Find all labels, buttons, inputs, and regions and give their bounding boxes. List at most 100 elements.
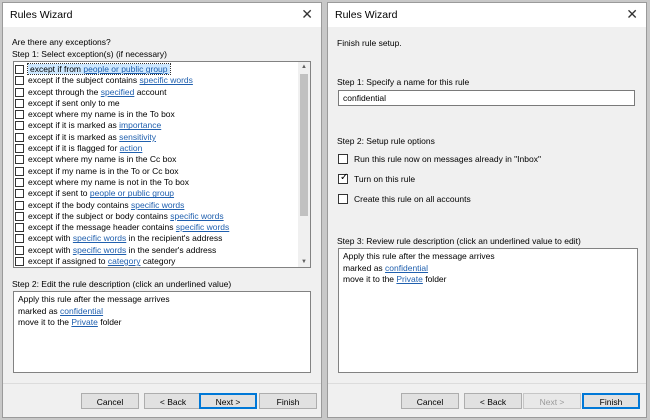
desc-line-3: move it to the Private folder: [343, 274, 633, 286]
exception-text: except if sent to people or public group: [28, 188, 174, 198]
exception-link[interactable]: category: [108, 256, 141, 266]
exception-checkbox[interactable]: [15, 200, 24, 210]
exception-checkbox[interactable]: [15, 76, 24, 86]
step1-label: Step 1: Select exception(s) (if necessar…: [12, 49, 167, 59]
exception-item[interactable]: except where my name is not in the To bo…: [14, 177, 298, 188]
checkbox-box[interactable]: [338, 154, 348, 164]
exception-item[interactable]: except if from people or public group: [14, 63, 298, 75]
next-button[interactable]: Next >: [199, 393, 257, 409]
private-folder-link[interactable]: Private: [71, 317, 97, 327]
scroll-thumb[interactable]: [300, 74, 308, 216]
exception-item[interactable]: except if it is flagged for action: [14, 143, 298, 154]
desc-text: marked as: [343, 262, 386, 273]
exception-item[interactable]: except if the subject or body contains s…: [14, 211, 298, 222]
exception-item[interactable]: except if the message header contains sp…: [14, 222, 298, 233]
run-now-label: Run this rule now on messages already in…: [354, 154, 541, 164]
exception-text: except through the specified account: [28, 87, 166, 97]
desc-text: move it to the: [18, 317, 72, 327]
close-icon[interactable]: ✕: [301, 6, 313, 22]
exception-label: in the recipient's address: [126, 233, 223, 244]
exception-checkbox[interactable]: [15, 144, 24, 154]
exception-checkbox[interactable]: [15, 223, 24, 233]
exception-text: except where my name is in the Cc box: [28, 154, 176, 164]
finish-button[interactable]: Finish: [582, 393, 640, 409]
exception-label: except if the body contains: [28, 199, 132, 210]
button-bar: Cancel < Back Next > Finish: [3, 383, 321, 417]
exception-checkbox[interactable]: [15, 87, 24, 97]
exception-text: except if from people or public group: [27, 63, 171, 75]
exception-checkbox[interactable]: [15, 257, 24, 267]
exception-item[interactable]: except if my name is in the To or Cc box: [14, 166, 298, 177]
exception-checkbox[interactable]: [15, 166, 24, 176]
exception-checkbox[interactable]: [15, 211, 24, 221]
exception-item[interactable]: except if sent to people or public group: [14, 188, 298, 199]
exception-item[interactable]: except with specific words in the recipi…: [14, 233, 298, 244]
exception-item[interactable]: except if it is marked as sensitivity: [14, 132, 298, 143]
exception-checkbox[interactable]: [15, 98, 24, 108]
exception-link[interactable]: importance: [119, 120, 161, 130]
exception-label: except if the message header contains: [28, 222, 176, 233]
step2-label: Step 2: Edit the rule description (click…: [12, 279, 232, 289]
cancel-button[interactable]: Cancel: [401, 393, 459, 409]
exception-label: except with: [28, 244, 73, 255]
checkbox-box[interactable]: ✓: [338, 172, 348, 184]
back-button[interactable]: < Back: [464, 393, 522, 409]
rule-name-input[interactable]: confidential: [338, 90, 635, 106]
close-icon[interactable]: ✕: [626, 6, 638, 22]
desc-text: folder: [97, 317, 122, 327]
cancel-button[interactable]: Cancel: [81, 393, 139, 409]
exception-link[interactable]: specific words: [73, 233, 126, 243]
exception-item[interactable]: except if sent only to me: [14, 98, 298, 109]
exception-checkbox[interactable]: [15, 132, 24, 142]
scroll-down-icon[interactable]: ▼: [300, 259, 308, 265]
exception-text: except if it is marked as sensitivity: [28, 132, 156, 142]
exception-checkbox[interactable]: [15, 110, 24, 120]
exception-text: except if sent only to me: [28, 98, 120, 108]
exception-link[interactable]: specific words: [140, 75, 193, 85]
exceptions-list[interactable]: except if from people or public group exc…: [13, 61, 311, 268]
exception-checkbox[interactable]: [15, 189, 24, 199]
exception-checkbox[interactable]: [15, 234, 24, 244]
exception-link[interactable]: action: [120, 143, 143, 153]
exception-label: except if the subject contains: [28, 75, 140, 86]
exception-link[interactable]: specific words: [170, 211, 223, 221]
exception-checkbox[interactable]: [15, 155, 24, 165]
exception-text: except if it is marked as importance: [28, 120, 161, 130]
exception-item[interactable]: except where my name is in the To box: [14, 109, 298, 120]
run-now-checkbox[interactable]: Run this rule now on messages already in…: [338, 154, 638, 166]
exception-link[interactable]: specific words: [131, 200, 184, 210]
exception-item[interactable]: except through the specified account: [14, 87, 298, 98]
confidential-link[interactable]: confidential: [60, 306, 103, 316]
exception-link[interactable]: specific words: [73, 245, 126, 255]
finish-button[interactable]: Finish: [259, 393, 317, 409]
exception-item[interactable]: except if it is marked as importance: [14, 120, 298, 131]
back-button[interactable]: < Back: [144, 393, 202, 409]
exception-link[interactable]: sensitivity: [119, 132, 156, 142]
exception-checkbox[interactable]: [15, 65, 24, 74]
exception-link[interactable]: specific words: [176, 222, 229, 232]
step3-label: Step 3: Review rule description (click a…: [337, 236, 581, 246]
private-folder-link[interactable]: Private: [396, 274, 422, 284]
desc-line-2: marked as confidential: [343, 263, 633, 275]
checkbox-box[interactable]: [338, 194, 348, 204]
exception-item[interactable]: except if the body contains specific wor…: [14, 200, 298, 211]
exception-text: except with specific words in the recipi…: [28, 233, 222, 243]
exception-item[interactable]: except with specific words in the sender…: [14, 245, 298, 256]
exception-checkbox[interactable]: [15, 121, 24, 131]
exception-link[interactable]: people or public group: [83, 64, 167, 74]
exception-link[interactable]: specified: [101, 87, 135, 97]
exception-checkbox[interactable]: [15, 177, 24, 187]
exceptions-question: Are there any exceptions?: [12, 37, 111, 47]
all-accounts-checkbox[interactable]: Create this rule on all accounts: [338, 194, 638, 206]
exception-item[interactable]: except if assigned to category category: [14, 256, 298, 267]
exceptions-scrollbar[interactable]: ▲ ▼: [298, 62, 310, 267]
next-button[interactable]: Next >: [523, 393, 581, 409]
exception-item[interactable]: except where my name is in the Cc box: [14, 154, 298, 165]
confidential-link[interactable]: confidential: [385, 263, 428, 273]
exception-item[interactable]: except if the subject contains specific …: [14, 75, 298, 86]
exception-link[interactable]: people or public group: [90, 188, 174, 198]
exception-text: except where my name is not in the To bo…: [28, 177, 189, 187]
scroll-up-icon[interactable]: ▲: [300, 64, 308, 70]
turn-on-rule-checkbox[interactable]: ✓ Turn on this rule: [338, 172, 638, 186]
exception-checkbox[interactable]: [15, 245, 24, 255]
